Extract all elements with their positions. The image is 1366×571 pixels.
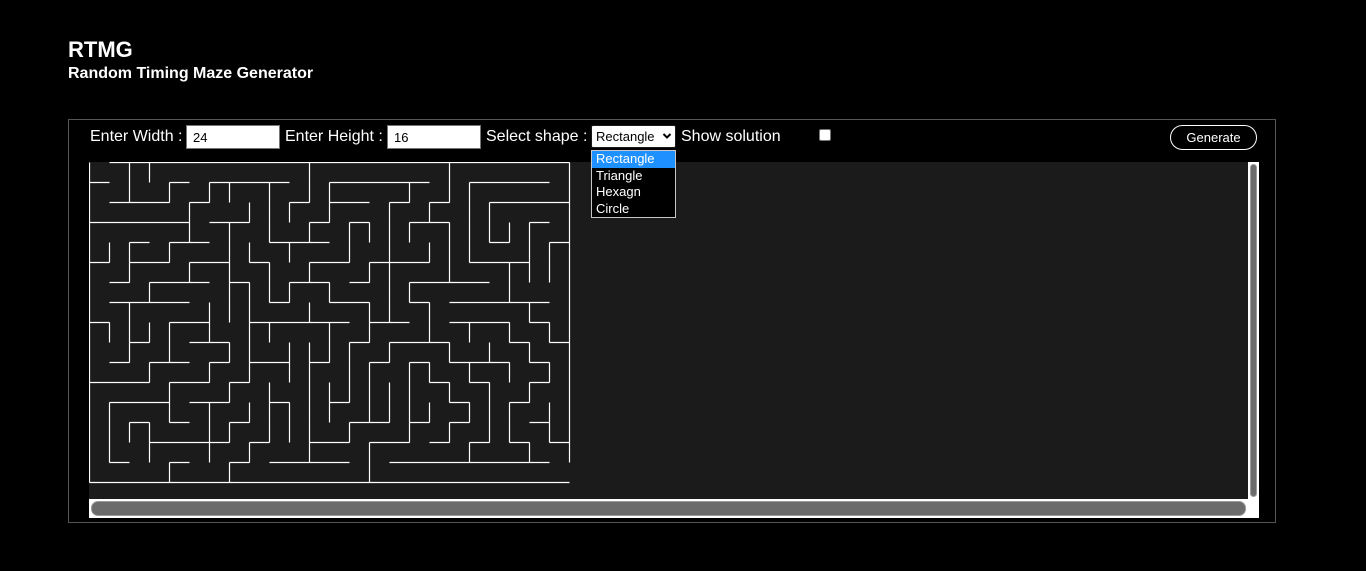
maze-walls <box>89 162 571 484</box>
generate-button[interactable]: Generate <box>1170 125 1257 150</box>
shape-option-hexagon[interactable]: Hexagn <box>592 184 675 201</box>
app-subtitle: Random Timing Maze Generator <box>68 65 314 82</box>
shape-label: Select shape : <box>486 128 588 145</box>
shape-option-triangle[interactable]: Triangle <box>592 168 675 185</box>
show-solution-label: Show solution <box>681 128 781 145</box>
vertical-scrollbar-thumb[interactable] <box>1250 164 1257 497</box>
scrollbar-corner <box>1248 500 1259 518</box>
show-solution-checkbox[interactable] <box>819 129 831 141</box>
shape-select-value: Rectangle <box>596 129 655 144</box>
width-label: Enter Width : <box>90 128 183 145</box>
chevron-down-icon <box>662 133 672 139</box>
vertical-scrollbar[interactable] <box>1248 162 1259 500</box>
app-title: RTMG <box>68 37 133 62</box>
maze-grid <box>89 162 571 484</box>
height-label: Enter Height : <box>285 128 383 145</box>
width-input[interactable] <box>186 125 280 149</box>
horizontal-scrollbar-thumb[interactable] <box>91 501 1246 516</box>
shape-option-circle[interactable]: Circle <box>592 201 675 218</box>
horizontal-scrollbar[interactable] <box>89 499 1248 518</box>
shape-option-rectangle[interactable]: Rectangle <box>592 151 675 168</box>
shape-select[interactable]: Rectangle <box>591 125 676 148</box>
height-input[interactable] <box>387 125 481 149</box>
shape-dropdown-list: Rectangle Triangle Hexagn Circle <box>591 150 676 218</box>
